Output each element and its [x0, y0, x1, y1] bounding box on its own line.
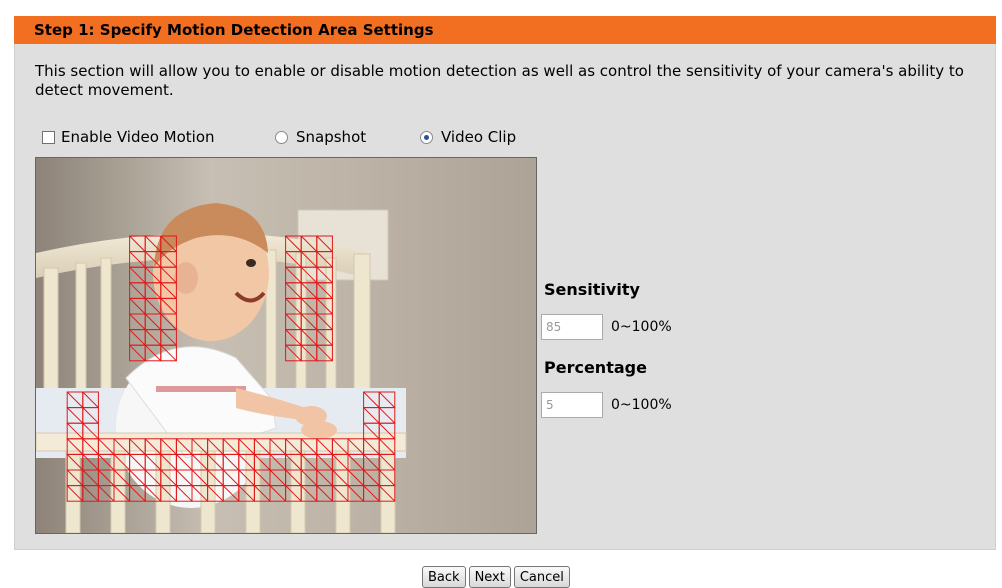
sensitivity-label: Sensitivity [544, 280, 640, 299]
cancel-button[interactable]: Cancel [513, 566, 570, 588]
percentage-label: Percentage [544, 358, 647, 377]
snapshot-label: Snapshot [296, 128, 367, 146]
camera-preview-image [36, 158, 536, 533]
next-button[interactable]: Next [468, 566, 511, 588]
wizard-buttons: Back Next Cancel [422, 566, 570, 588]
camera-preview[interactable] [35, 157, 537, 534]
enable-video-motion-label: Enable Video Motion [61, 128, 215, 146]
snapshot-option[interactable]: Snapshot [275, 126, 366, 148]
enable-video-motion-option[interactable]: Enable Video Motion [42, 126, 215, 148]
video-clip-label: Video Clip [441, 128, 517, 146]
video-clip-option[interactable]: Video Clip [420, 126, 516, 148]
enable-video-motion-checkbox[interactable] [42, 130, 55, 144]
percentage-range: 0~100% [611, 397, 672, 413]
section-description: This section will allow you to enable or… [35, 62, 964, 99]
sensitivity-range: 0~100% [611, 319, 672, 335]
snapshot-radio[interactable] [275, 130, 288, 144]
percentage-input[interactable] [541, 392, 603, 418]
sensitivity-input[interactable] [541, 314, 603, 340]
back-button[interactable]: Back [422, 566, 466, 588]
section-header: Step 1: Specify Motion Detection Area Se… [14, 16, 996, 44]
video-clip-radio[interactable] [420, 130, 433, 144]
